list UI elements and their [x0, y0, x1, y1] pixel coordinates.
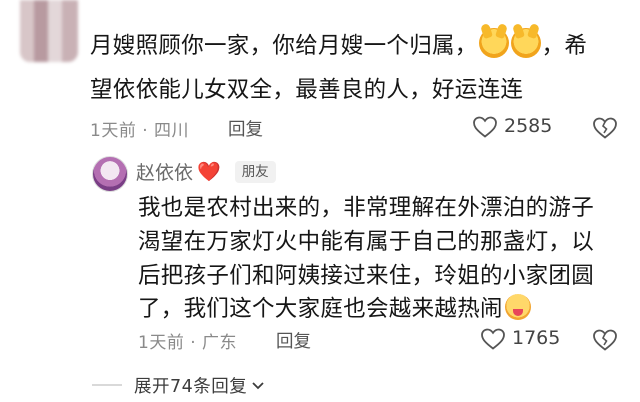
comment-text-part: 月嫂照顾你一家，你给月嫂一个归属，	[90, 33, 478, 59]
comment-text-line2: 望依依能儿女双全，最善良的人，好运连连	[90, 77, 524, 103]
expand-replies-button[interactable]: 展开74条回复	[134, 373, 265, 398]
divider	[92, 384, 122, 386]
comment-text-part: ，希	[541, 33, 588, 59]
reply-reply-button[interactable]: 回复	[276, 328, 311, 353]
clapping-hands-icon	[478, 28, 509, 58]
reply-author-avatar[interactable]	[92, 156, 128, 192]
comment-text-line1: 月嫂照顾你一家，你给月嫂一个归属， ，希	[90, 24, 610, 69]
comment-time-location: 1天前 · 四川	[90, 121, 190, 141]
reply-time-location: 1天前 · 广东	[138, 333, 238, 353]
heart-icon	[473, 116, 497, 138]
comment-reply-button[interactable]: 回复	[228, 116, 263, 141]
reply-text-line1: 我也是农村出来的，非常理解在外漂泊的游子	[138, 195, 595, 221]
expand-replies-label: 展开74条回复	[134, 377, 248, 397]
friend-badge: 朋友	[234, 160, 276, 183]
reply-text-line3: 后把孩子们和阿姨接过来住，玲姐的小家团圆	[138, 263, 595, 289]
clapping-hands-icon	[510, 28, 541, 58]
reply-text-line2: 渴望在万家灯火中能有属于自己的那盏灯，以	[138, 229, 595, 255]
reply-author-row: 赵依依 ❤️ 朋友	[136, 158, 276, 185]
red-heart-icon: ❤️	[197, 161, 221, 183]
reply-like-count: 1765	[512, 327, 561, 349]
broken-heart-icon[interactable]	[592, 116, 618, 140]
reply-text-line4: 了，我们这个大家庭也会越来越热闹	[138, 293, 618, 327]
comment-like-count: 2585	[504, 115, 553, 137]
broken-heart-icon[interactable]	[592, 328, 618, 352]
reply-author-name[interactable]: 赵依依	[136, 158, 193, 185]
chevron-down-icon	[252, 381, 264, 389]
commenter-avatar[interactable]	[20, 0, 78, 62]
heart-icon	[481, 328, 505, 350]
reply-text-part: 了，我们这个大家庭也会越来越热闹	[138, 296, 503, 322]
smiling-face-icon	[504, 294, 531, 320]
